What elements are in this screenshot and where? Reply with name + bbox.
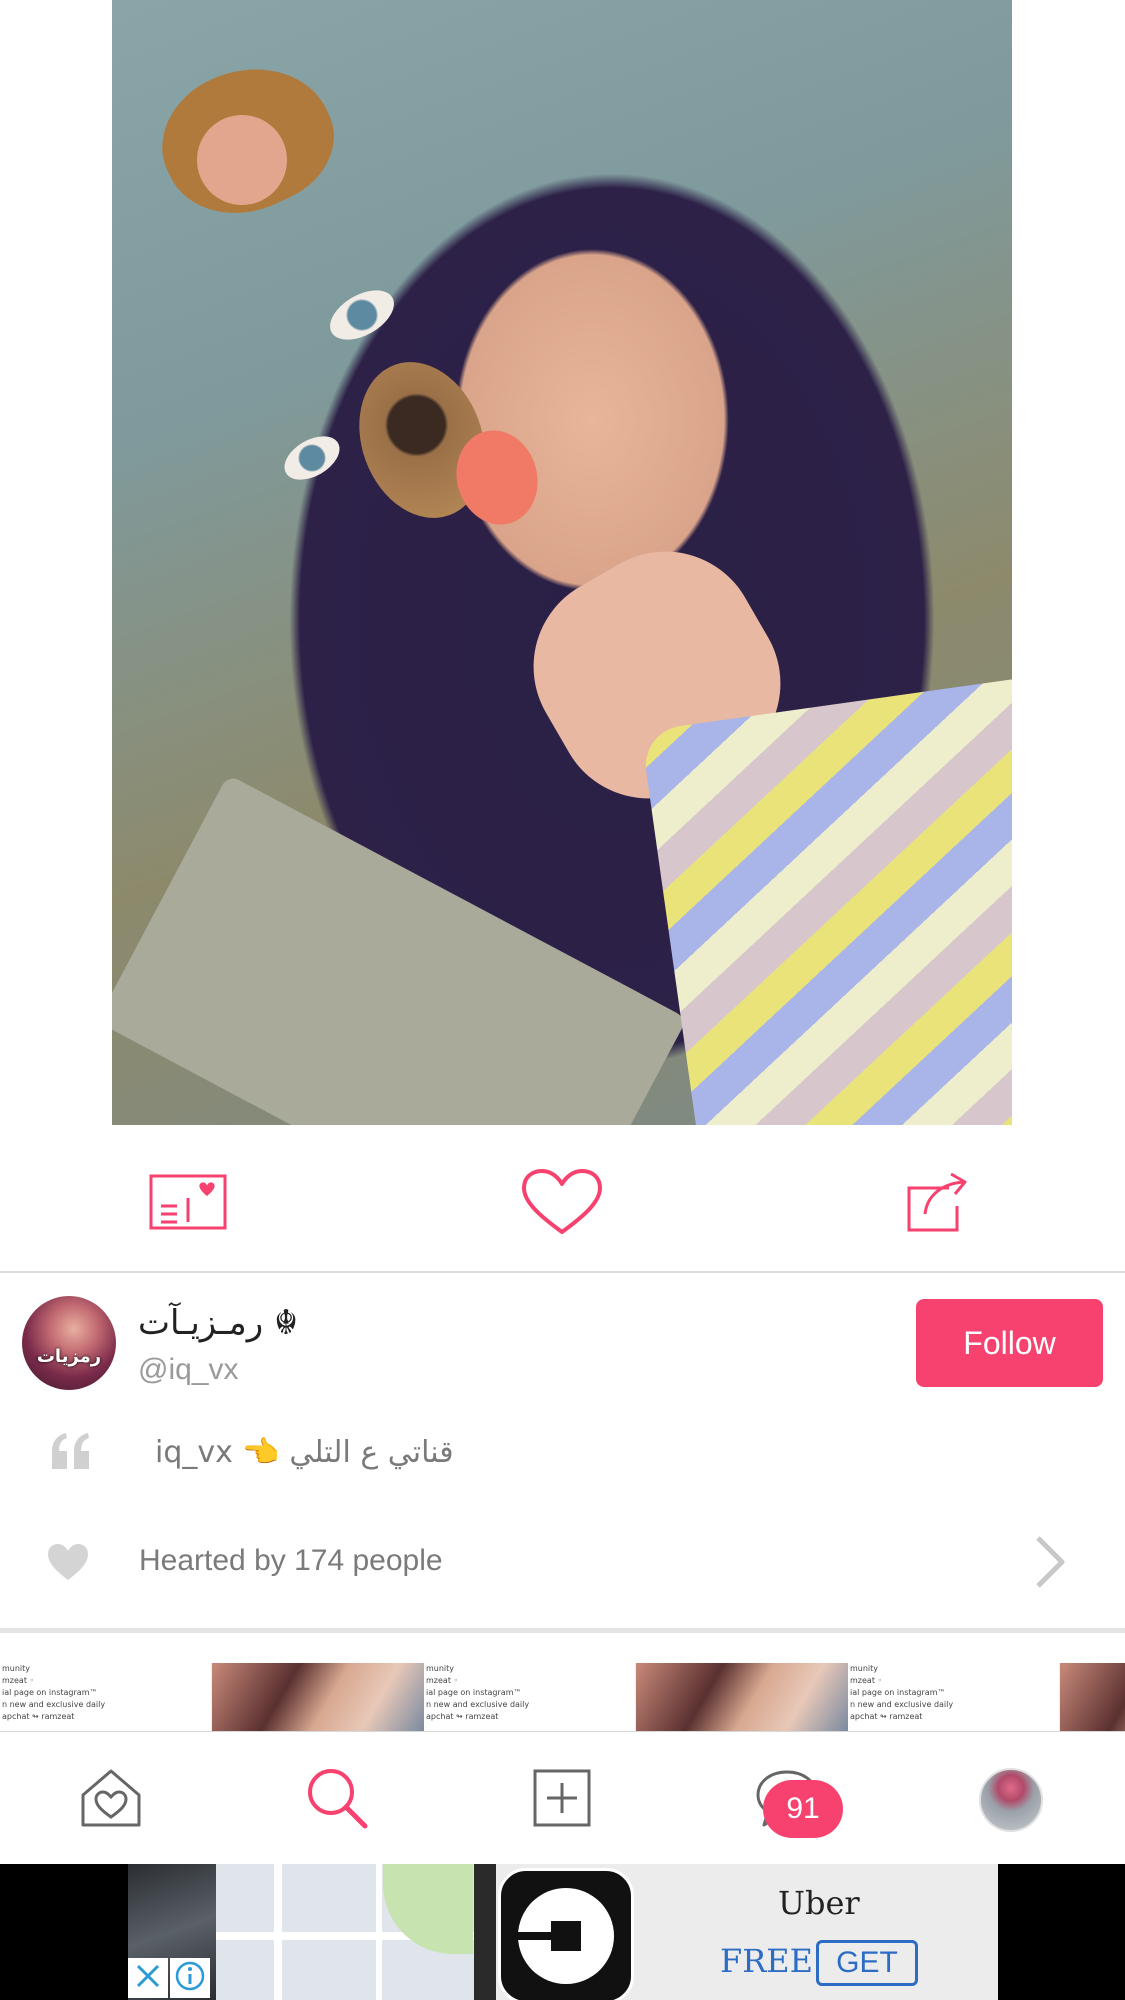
related-post-photo[interactable]	[1060, 1663, 1125, 1731]
tab-profile-avatar[interactable]	[979, 1768, 1043, 1832]
hearted-by-row[interactable]: Hearted by 174 people	[0, 1520, 1125, 1600]
like-button[interactable]	[517, 1157, 607, 1247]
author-name[interactable]: رمـزيـآت ☬	[138, 1303, 298, 1343]
post-caption: iq_vx 👈 قناتي ع التلي	[155, 1435, 454, 1470]
banner-divider	[474, 1864, 496, 2000]
follow-button[interactable]: Follow	[916, 1299, 1103, 1387]
tile-line: apchat ↬ ramzeat	[2, 1712, 75, 1721]
ad-app-name: Uber	[778, 1884, 860, 1922]
tile-line: apchat ↬ ramzeat	[850, 1712, 923, 1721]
hearted-by-text: Hearted by 174 people	[139, 1544, 443, 1577]
tile-line: n new and exclusive daily	[850, 1700, 954, 1709]
related-post-text-tile[interactable]: munity mzeat ◦ ial page on instagram™ n …	[0, 1663, 212, 1731]
author-avatar[interactable]: رمزيات	[22, 1296, 116, 1390]
tile-line: ial page on instagram™	[426, 1688, 522, 1697]
ad-get-button[interactable]: GET	[816, 1940, 918, 1986]
uber-logo-square	[551, 1921, 581, 1951]
share-icon	[905, 1172, 969, 1232]
tile-line: n new and exclusive daily	[2, 1700, 106, 1709]
search-icon	[305, 1766, 369, 1835]
messages-badge: 91	[763, 1780, 843, 1838]
related-posts-strip[interactable]: munity mzeat ◦ ial page on instagram™ n …	[0, 1663, 1125, 1731]
author-handle[interactable]: @iq_vx	[138, 1353, 239, 1387]
tile-line: munity	[2, 1664, 31, 1673]
section-divider	[0, 1628, 1125, 1633]
banner-ad-content[interactable]: Uber FREE GET	[128, 1864, 998, 2000]
caption-row: iq_vx 👈 قناتي ع التلي	[0, 1413, 1125, 1493]
photo-eye	[321, 280, 403, 350]
related-post-photo[interactable]	[212, 1663, 424, 1731]
quote-icon	[50, 1431, 92, 1471]
post-action-bar	[0, 1125, 1125, 1273]
tile-line: munity	[850, 1664, 879, 1673]
send-card-button[interactable]	[143, 1157, 233, 1247]
photo-eye	[277, 427, 347, 489]
ad-close-button[interactable]	[128, 1958, 168, 1998]
info-icon	[174, 1960, 206, 1997]
banner-ad[interactable]: Uber FREE GET	[0, 1864, 1125, 2000]
related-post-photo[interactable]	[636, 1663, 848, 1731]
plus-square-icon	[533, 1769, 591, 1832]
author-row: رمزيات رمـزيـآت ☬ @iq_vx Follow	[0, 1273, 1125, 1413]
home-heart-icon	[79, 1767, 143, 1834]
tile-line: munity	[426, 1664, 455, 1673]
bottom-tab-bar	[0, 1731, 1125, 1864]
related-post-text-tile[interactable]: munity mzeat ◦ ial page on instagram™ n …	[848, 1663, 1060, 1731]
close-icon	[133, 1961, 163, 1996]
chevron-right-icon	[1030, 1532, 1070, 1592]
photo-laptop	[112, 774, 688, 1125]
tab-home[interactable]	[76, 1765, 146, 1835]
tile-line: ial page on instagram™	[2, 1688, 98, 1697]
tab-create[interactable]	[527, 1765, 597, 1835]
post-photo-area	[0, 0, 1125, 1125]
share-button[interactable]	[892, 1157, 982, 1247]
dog-ear-inner	[197, 115, 287, 205]
ad-price: FREE	[720, 1942, 814, 1980]
uber-app-icon	[498, 1868, 634, 2000]
tab-search[interactable]	[302, 1765, 372, 1835]
tile-line: apchat ↬ ramzeat	[426, 1712, 499, 1721]
post-photo[interactable]	[112, 0, 1012, 1125]
tile-line: ial page on instagram™	[850, 1688, 946, 1697]
uber-logo-bar	[518, 1932, 554, 1940]
tile-line: n new and exclusive daily	[426, 1700, 530, 1709]
photo-shirt	[640, 673, 1012, 1125]
heart-icon	[520, 1168, 604, 1236]
uber-logo-circle	[518, 1888, 614, 1984]
ad-info-button[interactable]	[170, 1958, 210, 1998]
card-heart-icon	[149, 1174, 227, 1230]
tile-line: mzeat ◦	[850, 1676, 883, 1685]
back-chevron-icon[interactable]	[28, 50, 72, 110]
heart-filled-icon	[46, 1542, 90, 1582]
avatar-text: رمزيات	[36, 1346, 102, 1367]
related-post-text-tile[interactable]: munity mzeat ◦ ial page on instagram™ n …	[424, 1663, 636, 1731]
tile-line: mzeat ◦	[2, 1676, 35, 1685]
tile-line: mzeat ◦	[426, 1676, 459, 1685]
